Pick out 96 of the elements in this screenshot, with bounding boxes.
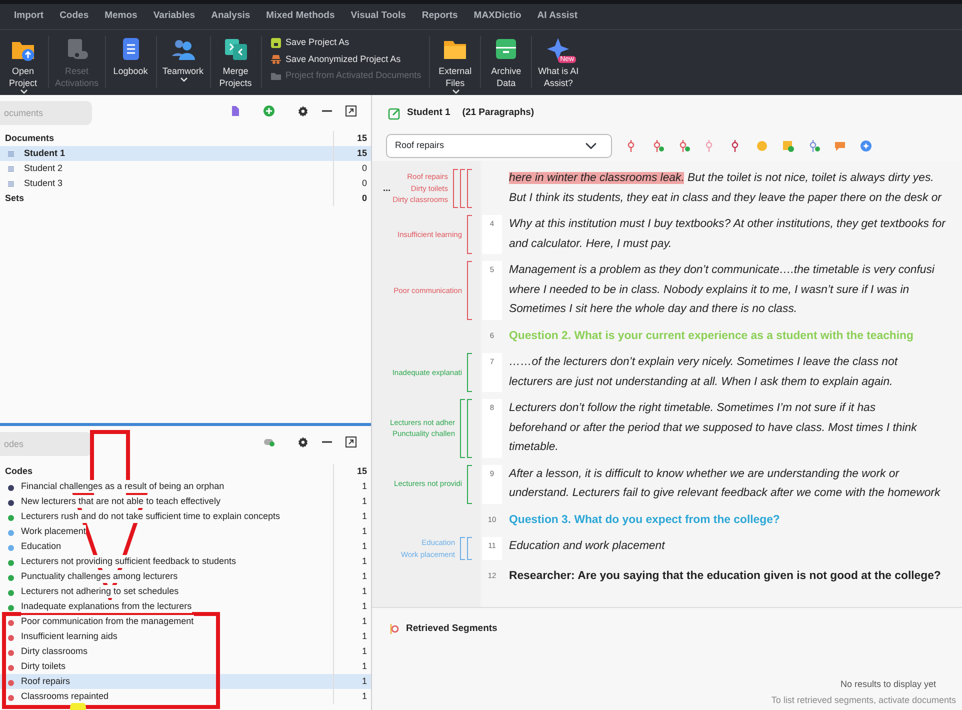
paragraph-text: Sometimes I sit here the whole day and there is no class.	[509, 303, 798, 315]
code-label: Classrooms repainted	[21, 690, 109, 704]
paragraph-text: But I think its students, they eat in class and they leave the paper there on the desk or	[509, 192, 942, 204]
coded-segment: here in winter the classrooms leak.	[509, 172, 684, 184]
ribbon-button[interactable]: Logbook	[108, 36, 154, 77]
menu-tab[interactable]: Mixed Methods	[258, 9, 343, 24]
text-document-icon	[6, 148, 16, 158]
settings-icon[interactable]	[297, 105, 309, 117]
code-bracket	[467, 215, 472, 254]
code-label: Lecturers rush and do not take sufficient time to explain concepts	[21, 510, 280, 524]
ribbon-button[interactable]: External Files	[432, 36, 478, 95]
code-bracket	[467, 537, 472, 560]
paragraph-text: where I needed to be in class. Nobody explains it to me, I wasn’t sure if I was in	[509, 284, 910, 296]
memo-add-icon[interactable]	[782, 140, 794, 152]
search-field[interactable]: odes	[0, 432, 92, 456]
code-label: Lecturers not providing sufficient feedback to students	[21, 554, 236, 568]
paragraph-text: Question 2. What is your current experience as a student with the teaching	[509, 330, 914, 342]
paragraph-text: and calculator. Here, I must pay.	[509, 238, 672, 250]
retrieve-icon	[388, 623, 400, 636]
paragraph-count: (21 Paragraphs)	[462, 106, 534, 120]
menu-tab[interactable]: Codes	[52, 9, 97, 24]
menu-tab[interactable]: Memos	[96, 9, 146, 24]
code-bracket	[467, 353, 472, 392]
paragraph-text: timetable.	[509, 441, 558, 453]
code-bracket	[467, 464, 472, 504]
add-icon[interactable]	[263, 105, 275, 117]
ribbon-button[interactable]: Merge Projects	[212, 36, 259, 89]
edit-icon	[388, 106, 401, 120]
code-label: Punctuality challenges among lecturers	[21, 570, 178, 584]
code-label: Dirty toilets	[21, 660, 66, 674]
menu-tab[interactable]: MAXDictio	[466, 9, 530, 24]
menu-tab[interactable]: Reports	[414, 9, 466, 24]
panel-title: Retrieved Segments	[406, 622, 498, 636]
code-label: Insufficient learning aids	[21, 630, 118, 644]
count: 0	[333, 191, 367, 206]
menu-tab[interactable]: Import	[6, 9, 52, 24]
ribbon-button[interactable]: Open Project	[0, 36, 46, 95]
code-label: Lecturers not adhering to set schedules	[21, 584, 179, 598]
link-add-icon[interactable]	[808, 140, 820, 152]
code-select[interactable]: Roof repairs	[386, 134, 612, 158]
more-codes: ...	[383, 182, 391, 195]
merge-icon	[222, 36, 249, 62]
paragraph-text: After a lesson, it is difficult to know whether we are understanding the work or	[509, 468, 900, 480]
paragraph-text: understand. Lecturers fail to give relevant feedback after we come with the homework	[509, 487, 940, 499]
paragraph-text: ……of the lecturers don’t explain very nicely. Sometimes I leave the class not	[509, 356, 898, 368]
ai-icon[interactable]	[860, 140, 872, 152]
tree-row[interactable]: Student 1 15	[0, 146, 371, 161]
menu-tab[interactable]: Analysis	[203, 9, 258, 24]
paragraph-text: Question 3. What do you expect from the college?	[509, 514, 780, 526]
ribbon-button[interactable]: Teamwork	[158, 36, 208, 83]
paragraph-text: Management is a problem as they don’t communicate….the timetable is very confusi	[509, 264, 934, 276]
popout-icon[interactable]	[345, 105, 357, 117]
settings-icon[interactable]	[297, 436, 309, 448]
hint-text: To list retrieved segments, activate documents	[771, 694, 956, 707]
code-add-icon[interactable]	[678, 140, 690, 152]
cursor-highlight	[70, 700, 86, 710]
code-label: Inadequate explanations from the lecturers	[21, 600, 192, 614]
ribbon-button[interactable]: Archive Data	[483, 36, 530, 89]
code-row[interactable]: Roof repairs 1	[0, 674, 371, 689]
document-title: Student 1	[407, 106, 450, 120]
code-bracket	[467, 169, 472, 208]
text-document-icon	[6, 164, 16, 174]
code-bracket	[460, 169, 465, 208]
hat-icon	[270, 53, 282, 66]
code-add-icon[interactable]	[652, 140, 664, 152]
code-bracket	[467, 399, 472, 458]
code-label: New lecturers that are not able to teach effectively	[21, 494, 220, 508]
paragraph-text: beforehand or after the period that we supposed to have class. Most times I think	[509, 422, 917, 434]
code-bracket	[453, 169, 458, 208]
code-bracket	[467, 261, 472, 320]
paragraph-text: Education and work placement	[509, 540, 665, 552]
code-label: Work placement	[21, 524, 86, 538]
empty-message: No results to display yet	[840, 678, 936, 691]
code-tag-icon[interactable]	[263, 436, 275, 448]
paragraph-text: Researcher: Are you saying that the education given is not good at the college?	[509, 570, 941, 582]
paragraph-text: Why at this institution must I buy textbooks? At other institutions, they get textbooks for	[509, 218, 946, 230]
paragraph-text: lecturers are just not understanding at all. When I ask them to explain again.	[509, 376, 893, 388]
search-field[interactable]: ocuments	[0, 101, 92, 125]
code-bracket	[460, 399, 465, 458]
menu-tab[interactable]: Variables	[145, 9, 204, 24]
count: 1	[333, 689, 367, 704]
menu-tab[interactable]: Visual Tools	[342, 9, 414, 24]
paragraph-text: But the toilet is not nice, toilet is always dirty yes.	[686, 172, 934, 184]
paragraph-text: Lecturers don’t follow the right timetable. Sometimes I’m not sure if it has	[509, 402, 876, 414]
code-label: Financial challenges as a result of being an orphan	[21, 480, 224, 494]
document-icon[interactable]	[229, 105, 241, 117]
menu-tab[interactable]: AI Assist	[529, 9, 586, 24]
ribbon-button[interactable]: Save Anonymized Project As	[270, 52, 422, 66]
code-bracket	[460, 537, 465, 560]
popout-icon[interactable]	[345, 436, 357, 448]
comment-icon[interactable]	[834, 140, 846, 152]
text-document-icon	[6, 178, 16, 188]
ribbon-button[interactable]: Save Project As	[270, 36, 422, 50]
code-label: Roof repairs	[21, 674, 70, 688]
code-label: Poor communication from the management	[21, 614, 194, 628]
code-label: Dirty classrooms	[21, 644, 88, 658]
